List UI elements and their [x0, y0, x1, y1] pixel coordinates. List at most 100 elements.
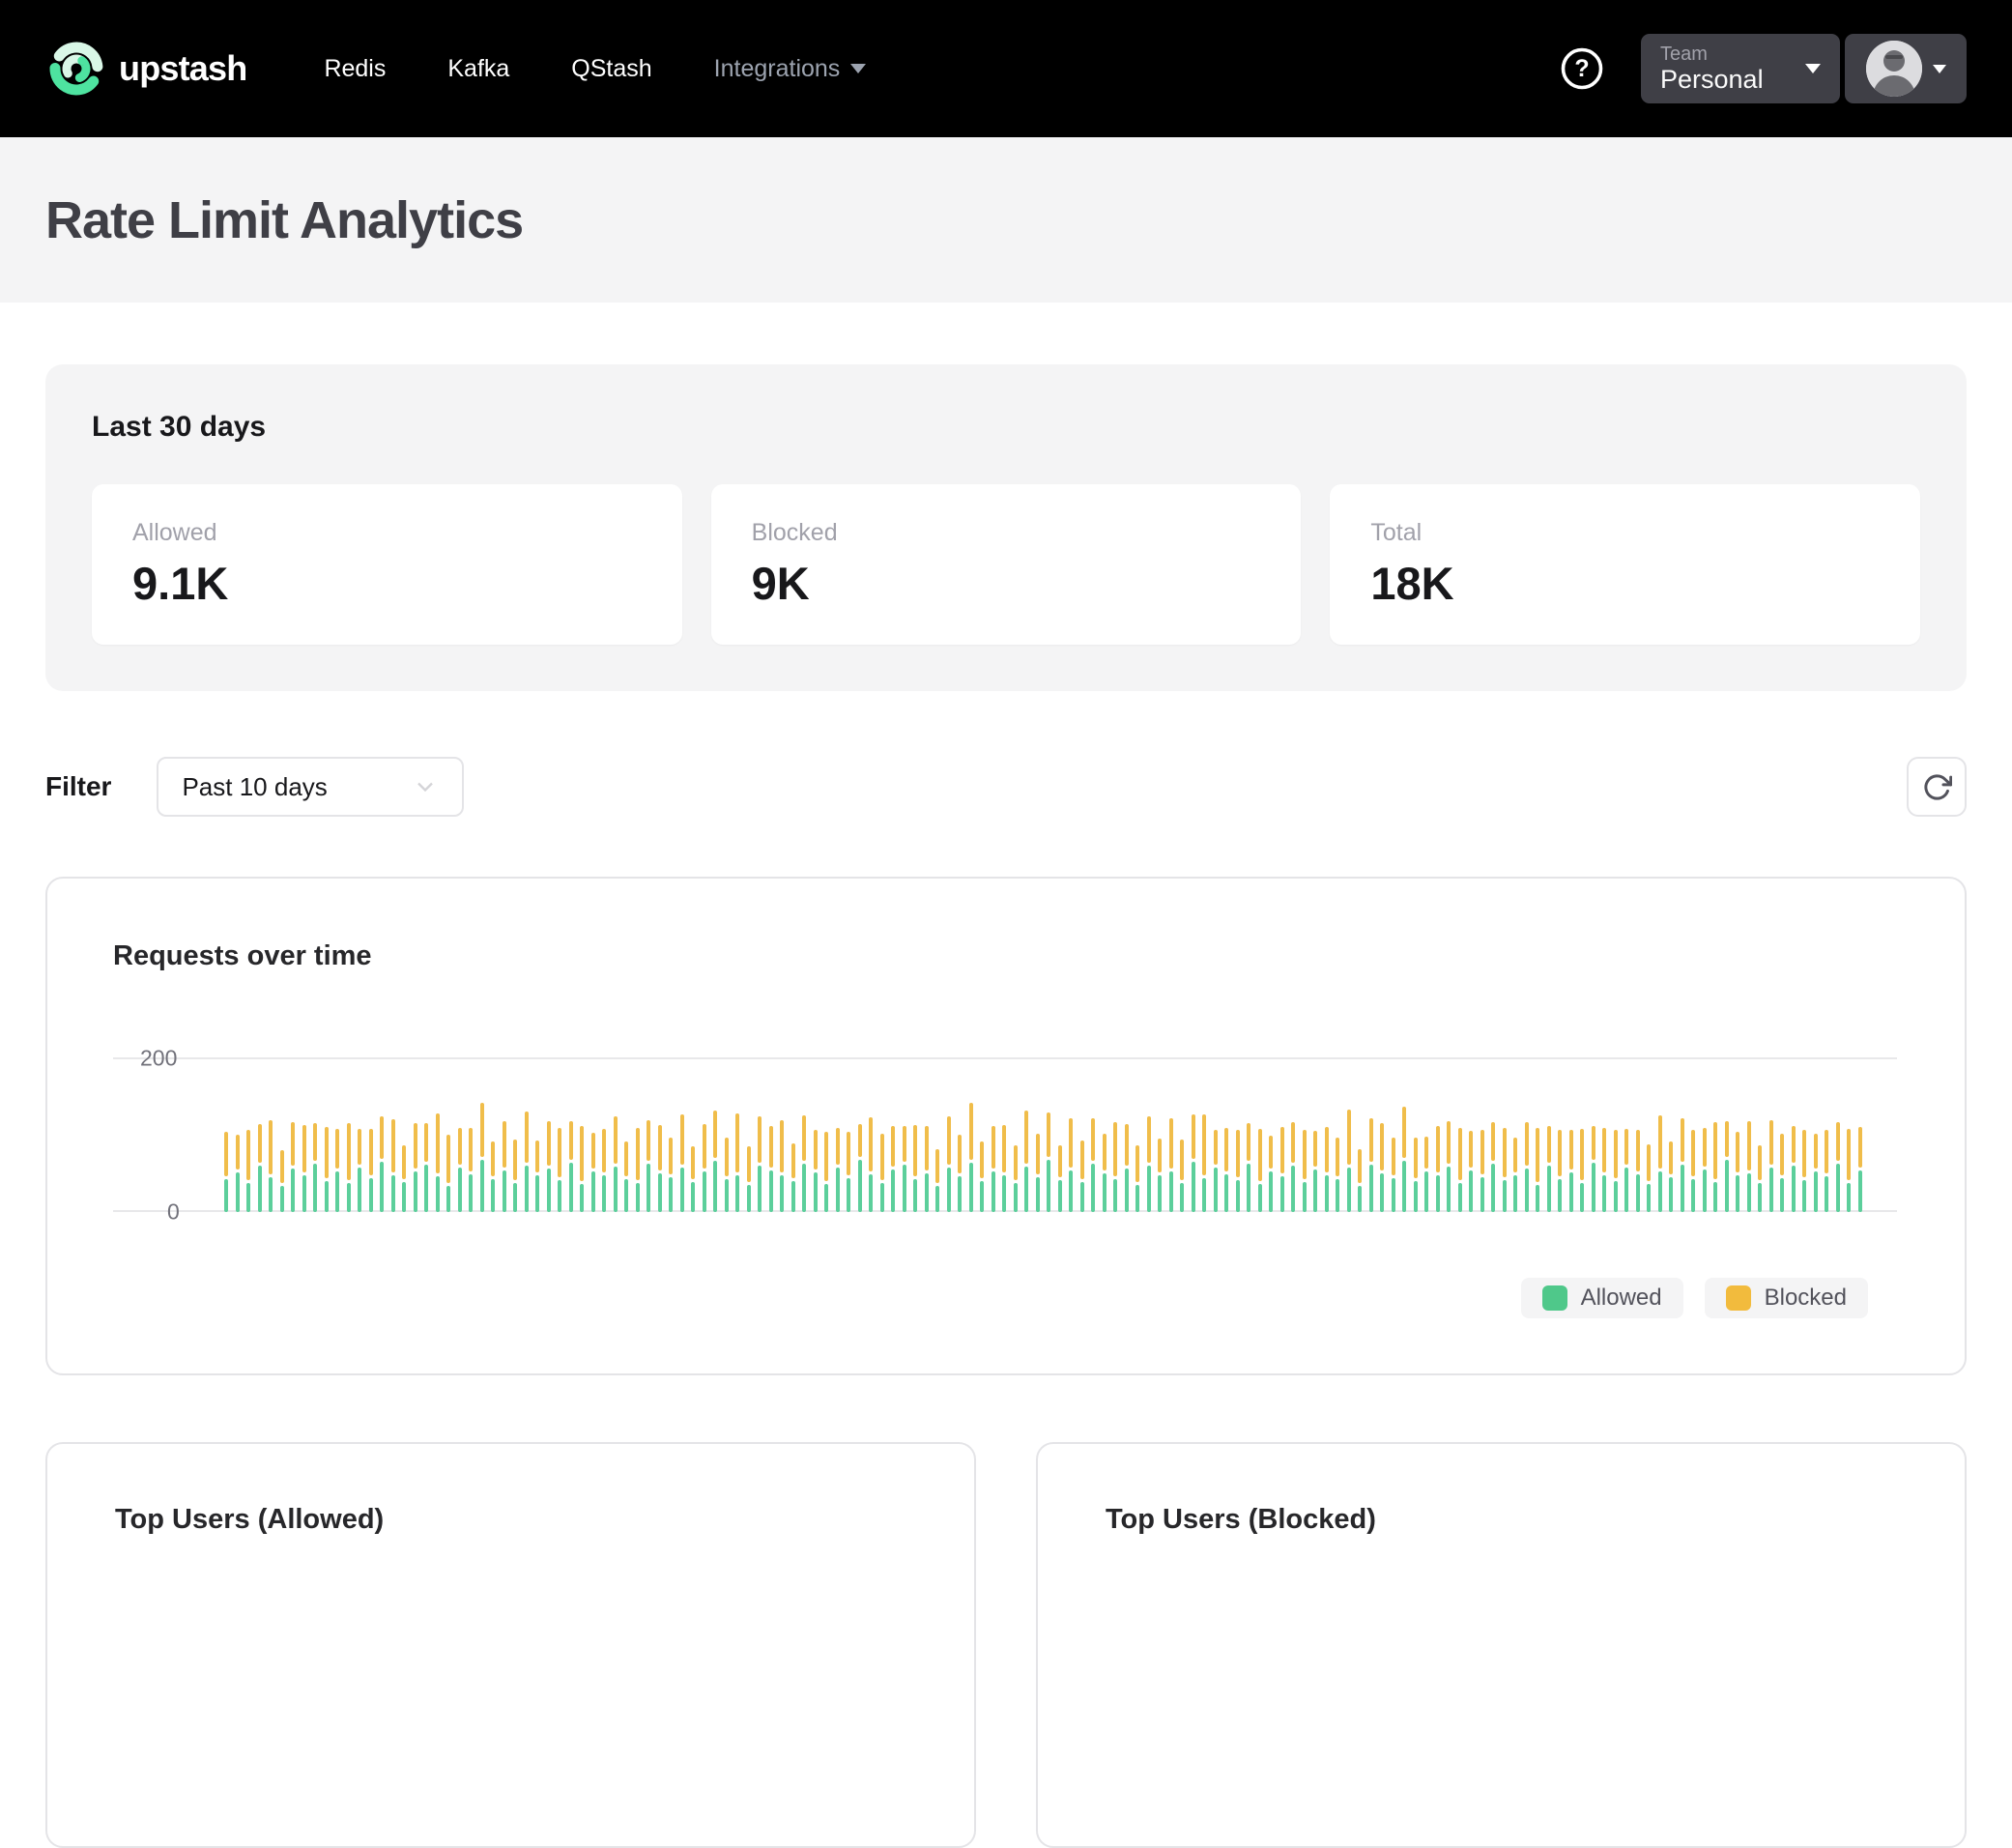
team-selector-labels: Team Personal — [1660, 44, 1764, 93]
bar — [1658, 1115, 1662, 1212]
bar — [1525, 1122, 1529, 1212]
bar — [547, 1121, 551, 1212]
stat-card-total: Total 18K — [1330, 484, 1920, 645]
bar — [335, 1129, 339, 1212]
filter-row: Filter Past 10 days — [45, 757, 1967, 817]
upstash-logo-icon — [45, 38, 107, 100]
bar — [291, 1122, 295, 1212]
bar — [858, 1124, 862, 1212]
bar — [1458, 1128, 1462, 1212]
bar — [647, 1120, 650, 1212]
bar — [669, 1138, 673, 1212]
bar — [458, 1128, 462, 1212]
team-selector[interactable]: Team Personal — [1641, 34, 1840, 103]
bar — [1347, 1110, 1351, 1212]
page-title: Rate Limit Analytics — [45, 190, 523, 250]
bar — [1792, 1126, 1796, 1212]
bar — [602, 1129, 606, 1212]
bar — [1069, 1118, 1073, 1212]
top-users-row: Top Users (Allowed) Top Users (Blocked) — [45, 1442, 1967, 1848]
legend-item-blocked[interactable]: Blocked — [1705, 1278, 1868, 1318]
bar — [313, 1123, 317, 1212]
bar — [1602, 1128, 1606, 1212]
bar — [1002, 1125, 1006, 1212]
nav-links: Redis Kafka QStash Integrations — [324, 55, 866, 83]
help-button[interactable]: ? — [1560, 46, 1604, 91]
date-range-select[interactable]: Past 10 days — [157, 757, 464, 817]
bar — [1802, 1130, 1806, 1212]
date-range-value: Past 10 days — [182, 772, 327, 802]
bar — [1336, 1138, 1339, 1212]
bar — [1036, 1134, 1040, 1212]
bar — [1392, 1138, 1395, 1212]
bar — [980, 1141, 984, 1212]
bar — [1125, 1124, 1129, 1212]
gridline-200 — [113, 1057, 1897, 1059]
bar — [1192, 1114, 1195, 1212]
avatar — [1866, 41, 1922, 97]
bar — [1280, 1127, 1284, 1212]
bar — [658, 1125, 662, 1212]
bar — [958, 1135, 962, 1212]
bar — [1169, 1118, 1173, 1212]
bar — [1858, 1127, 1862, 1212]
upstash-logo[interactable]: upstash — [45, 38, 246, 100]
bar — [1402, 1107, 1406, 1212]
bar — [747, 1146, 751, 1212]
bar — [246, 1130, 250, 1212]
nav-item-redis[interactable]: Redis — [324, 55, 386, 83]
bar — [880, 1134, 884, 1212]
bar — [424, 1123, 428, 1212]
bar — [1447, 1121, 1451, 1212]
legend-item-allowed[interactable]: Allowed — [1521, 1278, 1683, 1318]
bar — [1247, 1123, 1250, 1212]
bar — [1747, 1121, 1751, 1212]
bar — [1703, 1128, 1707, 1212]
bar — [1592, 1126, 1595, 1212]
bar — [1080, 1141, 1084, 1212]
bar — [1480, 1130, 1484, 1212]
stat-card-blocked: Blocked 9K — [711, 484, 1302, 645]
bar — [725, 1138, 729, 1212]
nav-item-integrations[interactable]: Integrations — [714, 55, 867, 83]
bar — [1503, 1128, 1507, 1212]
bar — [1691, 1130, 1695, 1212]
bar — [1047, 1112, 1050, 1212]
bar — [847, 1132, 850, 1212]
bar — [302, 1125, 306, 1212]
chevron-down-icon — [1933, 65, 1946, 73]
bar — [480, 1103, 484, 1212]
filter-label: Filter — [45, 771, 111, 802]
bar — [636, 1128, 640, 1212]
bar — [925, 1126, 929, 1212]
refresh-button[interactable] — [1907, 757, 1967, 817]
team-value: Personal — [1660, 67, 1764, 93]
bar — [780, 1120, 784, 1212]
bar — [1380, 1123, 1384, 1212]
bar — [1024, 1111, 1028, 1212]
bar — [769, 1126, 773, 1212]
bar — [1291, 1122, 1295, 1212]
chevron-down-icon — [1805, 64, 1821, 73]
card-title: Top Users (Allowed) — [115, 1504, 906, 1536]
bar — [1325, 1127, 1329, 1212]
bar — [325, 1127, 329, 1212]
bar — [735, 1113, 739, 1212]
bar — [591, 1133, 595, 1212]
stat-value: 9.1K — [132, 557, 642, 610]
bar — [1180, 1140, 1184, 1212]
bar — [525, 1112, 529, 1212]
bar — [913, 1125, 917, 1212]
nav-item-qstash[interactable]: QStash — [571, 55, 651, 83]
nav-item-kafka[interactable]: Kafka — [447, 55, 509, 83]
user-menu[interactable] — [1845, 34, 1967, 103]
stat-label: Blocked — [752, 519, 1261, 547]
bar — [569, 1121, 573, 1212]
bar — [1135, 1145, 1139, 1212]
bar — [513, 1140, 517, 1212]
bar — [713, 1111, 717, 1212]
bar — [1558, 1130, 1562, 1212]
bar — [1681, 1118, 1684, 1212]
bar — [1214, 1130, 1218, 1212]
allowed-swatch-icon — [1542, 1285, 1567, 1311]
